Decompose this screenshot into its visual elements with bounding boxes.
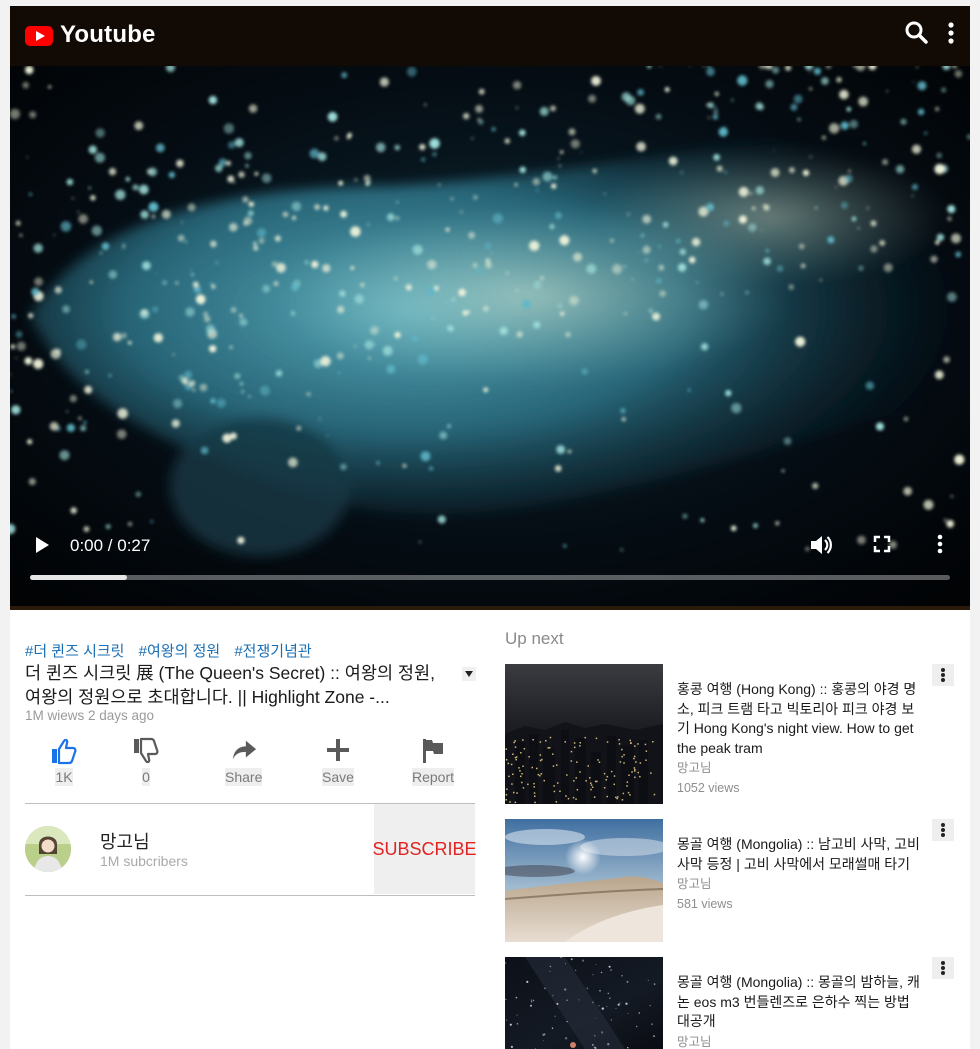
recommended-views: 581 views [677,896,733,911]
more-vert-icon[interactable] [932,957,954,979]
thumbs-up-icon [51,737,77,765]
recommended-title: 몽골 여행 (Mongolia) :: 몽골의 밤하늘, 캐논 eos m3 번… [677,974,920,1029]
hashtag-link[interactable]: #전쟁기념관 [234,643,311,660]
report-button[interactable]: Report [412,737,455,789]
save-label: Save [322,768,354,786]
recommended-video[interactable]: 몽골 여행 (Mongolia) :: 남고비 사막, 고비 사막 등정 | 고… [505,819,955,942]
up-next-heading: Up next [505,629,564,648]
thumbs-down-icon [133,737,159,765]
dislike-count: 0 [142,768,150,786]
save-button[interactable]: Save [322,737,354,789]
recommended-title: 홍콩 여행 (Hong Kong) :: 홍콩의 야경 명소, 피크 트램 타고… [677,681,917,756]
video-time: 0:00 / 0:27 [70,536,151,555]
brand-title[interactable]: Youtube [60,21,156,49]
channel-row: 망고님 1M subcribers SUBSCRIBE [25,803,477,895]
recommended-views: 1052 views [677,780,740,795]
hashtag-list: #더 퀸즈 시크릿 #여왕의 정원 #전쟁기념관 [25,640,322,661]
subscribe-button[interactable]: SUBSCRIBE [372,804,477,894]
divider [25,895,475,896]
hashtag-link[interactable]: #여왕의 정원 [139,643,221,660]
fullscreen-icon[interactable] [870,532,894,556]
video-frame [10,66,970,610]
plus-icon [325,737,351,765]
recommended-channel: 망고님 [677,761,712,775]
video-progress-bar[interactable] [30,575,950,580]
page: Youtube 0:00 / 0:27 #더 퀸즈 시크릿 #여왕의 정원 #전… [10,6,970,1049]
video-player[interactable]: 0:00 / 0:27 [10,66,970,610]
youtube-logo-icon[interactable] [25,26,53,46]
more-vert-icon[interactable] [936,18,966,48]
more-vert-icon[interactable] [932,819,954,841]
recommended-channel: 망고님 [677,877,712,891]
search-icon[interactable] [902,18,932,48]
recommended-text: 몽골 여행 (Mongolia) :: 남고비 사막, 고비 사막 등정 | 고… [677,835,922,914]
recommended-title: 몽골 여행 (Mongolia) :: 남고비 사막, 고비 사막 등정 | 고… [677,836,920,872]
subscriber-count: 1M subcribers [100,853,188,869]
player-more-icon[interactable] [932,532,948,556]
more-vert-icon[interactable] [932,664,954,686]
expand-description-button[interactable] [462,667,476,681]
recommended-text: 홍콩 여행 (Hong Kong) :: 홍콩의 야경 명소, 피크 트램 타고… [677,680,922,798]
video-progress-fill [30,575,127,580]
share-button[interactable]: Share [225,737,263,789]
recommended-video[interactable]: 몽골 여행 (Mongolia) :: 몽골의 밤하늘, 캐논 eos m3 번… [505,957,955,1049]
report-label: Report [412,768,455,786]
hashtag-link[interactable]: #더 퀸즈 시크릿 [25,643,124,660]
recommended-video[interactable]: 홍콩 여행 (Hong Kong) :: 홍콩의 야경 명소, 피크 트램 타고… [505,664,955,804]
like-count: 1K [55,768,73,786]
channel-name[interactable]: 망고님 [100,828,150,854]
recommended-channel: 망고님 [677,1034,712,1049]
play-icon[interactable] [32,534,52,556]
dislike-button[interactable]: 0 [133,737,159,789]
top-bar: Youtube [10,6,970,66]
flag-icon [420,737,446,765]
video-thumbnail[interactable] [505,664,663,804]
video-thumbnail[interactable] [505,957,663,1049]
video-actions: 1K 0 Share Save Report [25,737,475,793]
video-title: 더 퀸즈 시크릿 展 (The Queen's Secret) :: 여왕의 정… [25,663,435,707]
video-meta: 1M wiews 2 days ago [25,708,155,723]
channel-avatar[interactable] [25,826,71,872]
share-label: Share [225,768,263,786]
recommended-text: 몽골 여행 (Mongolia) :: 몽골의 밤하늘, 캐논 eos m3 번… [677,973,922,1049]
volume-icon[interactable] [808,532,834,558]
video-thumbnail[interactable] [505,819,663,942]
like-button[interactable]: 1K [51,737,77,789]
player-bottom-edge [10,606,970,610]
share-icon [231,737,257,765]
